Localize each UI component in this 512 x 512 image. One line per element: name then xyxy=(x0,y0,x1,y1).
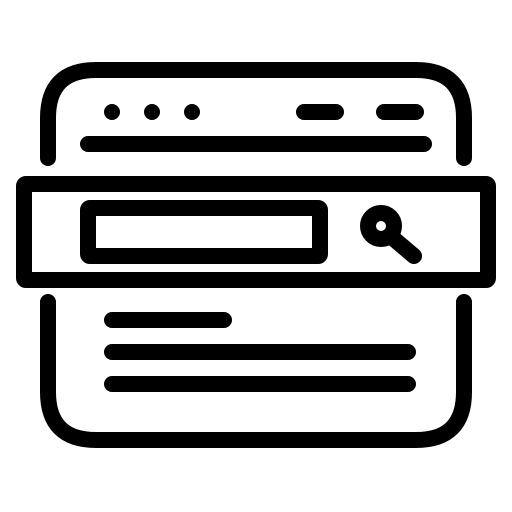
window-dot-3 xyxy=(184,104,200,120)
magnifier-handle xyxy=(386,231,422,264)
search-input-box xyxy=(80,200,328,264)
browser-search-icon xyxy=(16,62,496,448)
window-dot-2 xyxy=(144,104,160,120)
icon-canvas xyxy=(0,0,512,512)
window-dot-1 xyxy=(104,104,120,120)
